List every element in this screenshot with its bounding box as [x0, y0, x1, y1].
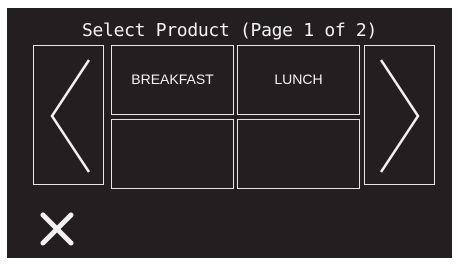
- product-tile-lunch[interactable]: LUNCH: [237, 45, 360, 115]
- close-button[interactable]: [38, 210, 76, 248]
- next-page-button[interactable]: [364, 45, 435, 185]
- product-selection-screen: Select Product (Page 1 of 2) BREAKFAST L…: [7, 8, 452, 258]
- product-tile-empty[interactable]: [237, 119, 360, 189]
- product-tile-label: LUNCH: [274, 71, 323, 87]
- product-tile-label: BREAKFAST: [131, 71, 214, 87]
- page-title: Select Product (Page 1 of 2): [81, 20, 378, 41]
- chevron-right-icon: [379, 59, 420, 173]
- previous-page-button[interactable]: [33, 45, 104, 185]
- product-tile-breakfast[interactable]: BREAKFAST: [111, 45, 234, 115]
- product-tile-empty[interactable]: [111, 119, 234, 189]
- chevron-left-icon: [50, 59, 91, 173]
- close-icon: [40, 212, 74, 246]
